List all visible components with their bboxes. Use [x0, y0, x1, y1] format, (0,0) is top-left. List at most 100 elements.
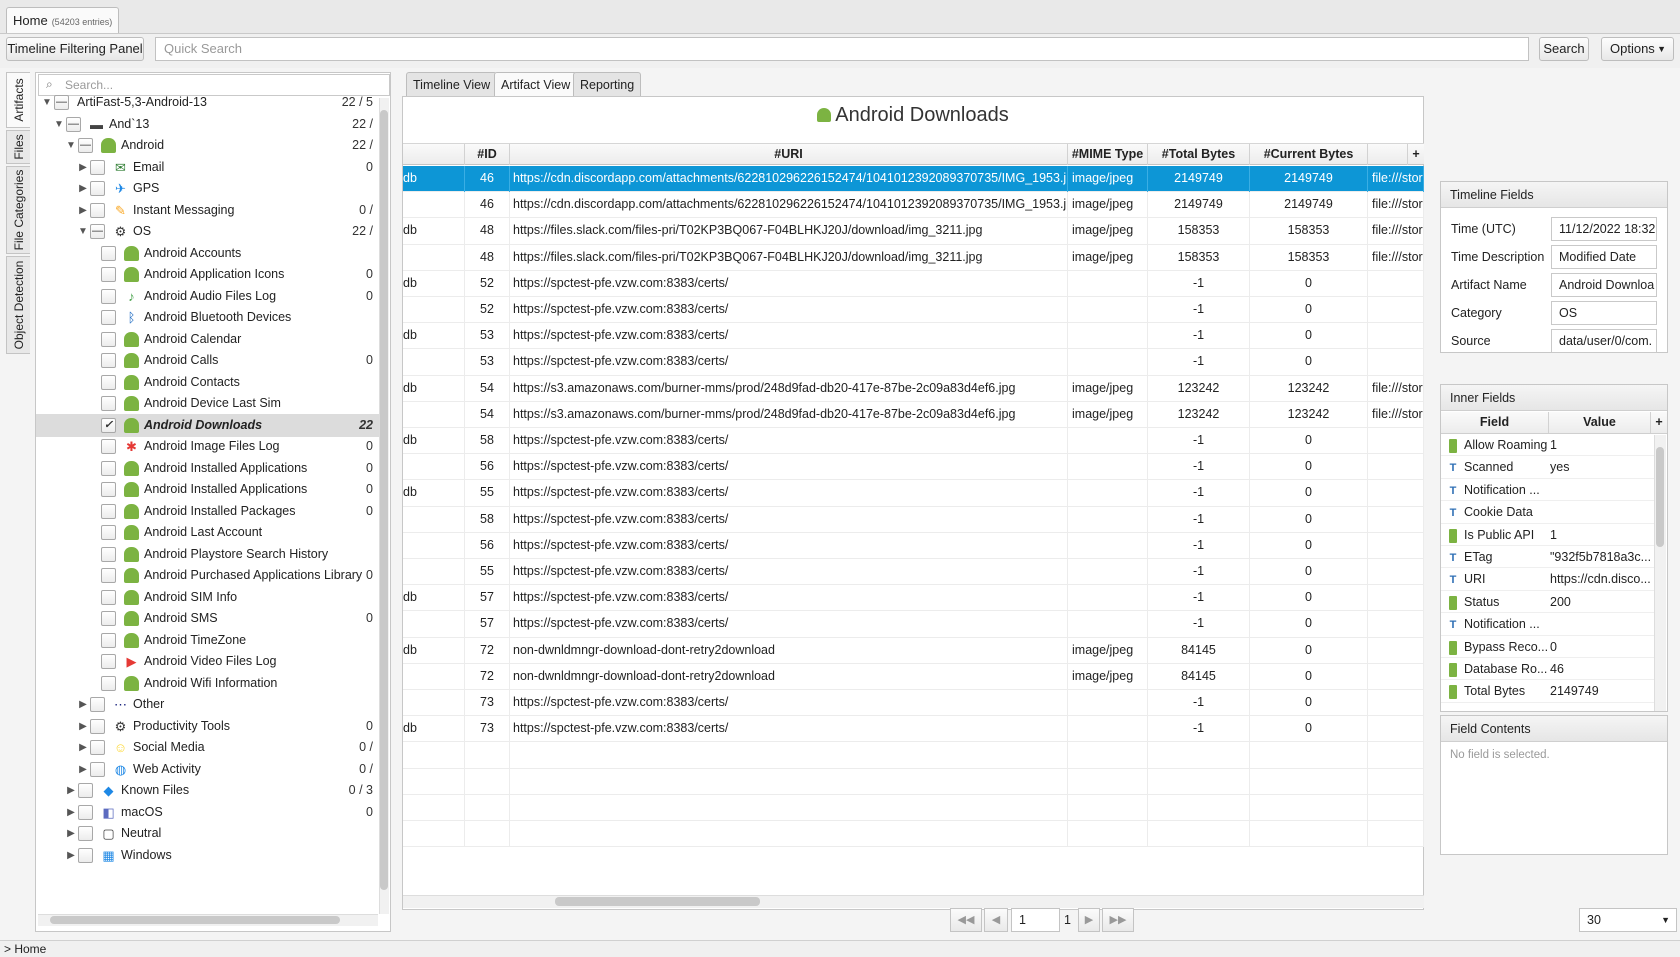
inner-field-row[interactable]: T Notification ... — [1441, 613, 1654, 636]
tree-item-checkbox[interactable] — [101, 482, 116, 497]
tree-item-checkbox[interactable] — [101, 589, 116, 605]
vtab-object-detection[interactable]: Object Detection — [6, 256, 30, 354]
add-column-button[interactable]: + — [1651, 412, 1667, 433]
column-header-location[interactable] — [1368, 144, 1408, 165]
tree-item-checkbox[interactable] — [101, 525, 116, 540]
tree-item-checkbox[interactable]: — — [54, 95, 69, 110]
tree-item[interactable]: ▶ ✉ Email 0 — [36, 156, 379, 179]
table-row[interactable]: db 58 https://spctest-pfe.vzw.com:8383/cer… — [403, 428, 1424, 455]
table-row[interactable]: db 46 https://cdn.discordapp.com/attachmen… — [403, 166, 1424, 193]
tree-item-checkbox[interactable] — [101, 374, 116, 390]
column-header-id[interactable]: #ID — [465, 144, 510, 165]
table-row[interactable]: db 57 https://spctest-pfe.vzw.com:8383/cer… — [403, 585, 1424, 612]
inner-field-row[interactable]: Status 200 — [1441, 591, 1654, 614]
column-header-total-bytes[interactable]: #Total Bytes — [1148, 144, 1250, 165]
quick-search-input[interactable]: Quick Search — [155, 37, 1529, 61]
chevron-down-icon[interactable]: ▼ — [53, 113, 65, 136]
chevron-right-icon[interactable]: ▶ — [77, 758, 89, 781]
tab-reporting[interactable]: Reporting — [573, 72, 642, 96]
column-header-field[interactable]: Field — [1441, 412, 1549, 433]
tree-item-checkbox[interactable] — [101, 353, 116, 368]
add-column-button[interactable]: + — [1408, 144, 1424, 165]
tree-item[interactable]: ▶ ▢ Neutral — [36, 822, 379, 845]
inner-field-row[interactable]: Total Bytes 2149749 — [1441, 680, 1654, 703]
table-row[interactable]: 72 non-dwnldmngr-download-dont-retry2down… — [403, 663, 1424, 690]
chevron-right-icon[interactable]: ▶ — [77, 715, 89, 738]
tree-item-checkbox[interactable] — [101, 396, 116, 411]
tree-item[interactable]: Android Contacts — [36, 371, 379, 394]
tree-item[interactable]: ▶ Android Video Files Log — [36, 650, 379, 673]
table-row[interactable]: 56 https://spctest-pfe.vzw.com:8383/certs… — [403, 532, 1424, 559]
tree-item[interactable]: Android SIM Info — [36, 586, 379, 609]
table-horizontal-scroll-thumb[interactable] — [555, 897, 760, 906]
tree-item-checkbox[interactable] — [101, 310, 116, 325]
tree-item[interactable]: ▼ — ⚙ OS 22 / — [36, 220, 379, 243]
table-row[interactable]: 57 https://spctest-pfe.vzw.com:8383/certs… — [403, 611, 1424, 638]
tree-item[interactable]: ▼ — ArtiFast-5,3-Android-13 22 / 5 — [36, 91, 379, 114]
tree-item[interactable]: Android Application Icons 0 — [36, 263, 379, 286]
tree-item-checkbox[interactable] — [101, 288, 116, 304]
tree-item-checkbox[interactable] — [90, 740, 105, 755]
column-header-blank[interactable] — [403, 144, 465, 165]
tree-item[interactable]: ▶ ◆ Known Files 0 / 3 — [36, 779, 379, 802]
tree-item-checkbox[interactable]: — — [66, 116, 81, 132]
tree-item[interactable]: Android Wifi Information — [36, 672, 379, 695]
tree-item-checkbox[interactable] — [90, 181, 105, 196]
tree-item[interactable]: Android Calls 0 — [36, 349, 379, 372]
chevron-right-icon[interactable]: ▶ — [77, 177, 89, 200]
table-row[interactable] — [403, 768, 1424, 795]
table-row[interactable]: 73 https://spctest-pfe.vzw.com:8383/certs… — [403, 690, 1424, 717]
column-header-uri[interactable]: #URI — [510, 144, 1068, 165]
chevron-right-icon[interactable]: ▶ — [77, 156, 89, 179]
tree-item[interactable]: ♪ Android Audio Files Log 0 — [36, 285, 379, 308]
inner-field-row[interactable]: T ETag "932f5b7818a3c... — [1441, 546, 1654, 569]
table-row[interactable]: db 53 https://spctest-pfe.vzw.com:8383/cer… — [403, 323, 1424, 350]
column-header-mime-type[interactable]: #MIME Type — [1068, 144, 1148, 165]
tree-item-checkbox[interactable] — [90, 697, 105, 712]
table-row[interactable]: 46 https://cdn.discordapp.com/attachments… — [403, 192, 1424, 219]
inner-field-row[interactable]: Allow Roaming 1 — [1441, 434, 1654, 457]
inner-field-row[interactable]: T Scanned yes — [1441, 456, 1654, 479]
table-row[interactable]: 52 https://spctest-pfe.vzw.com:8383/certs… — [403, 297, 1424, 324]
tree-item[interactable]: ▶ ▦ Windows — [36, 844, 379, 867]
tree-item-checkbox[interactable] — [101, 245, 116, 261]
tree-vertical-scroll-thumb[interactable] — [380, 110, 388, 890]
chevron-right-icon[interactable]: ▶ — [77, 693, 89, 716]
tree-item[interactable]: Android Playstore Search History — [36, 543, 379, 566]
chevron-right-icon[interactable]: ▶ — [65, 801, 77, 824]
tree-item[interactable]: Android Purchased Applications Library 0 — [36, 564, 379, 587]
tree-item[interactable]: ᛒ Android Bluetooth Devices — [36, 306, 379, 329]
table-row[interactable]: 53 https://spctest-pfe.vzw.com:8383/certs… — [403, 349, 1424, 376]
first-page-button[interactable]: ◀◀ — [950, 908, 982, 932]
tree-item[interactable]: ▶ ☺ Social Media 0 / — [36, 736, 379, 759]
tree-item-checkbox[interactable] — [78, 804, 93, 820]
inner-field-row[interactable]: T Cookie Data — [1441, 501, 1654, 524]
table-row[interactable]: 55 https://spctest-pfe.vzw.com:8383/certs… — [403, 559, 1424, 586]
table-row[interactable]: db 73 https://spctest-pfe.vzw.com:8383/cer… — [403, 716, 1424, 743]
tree-horizontal-scroll-thumb[interactable] — [50, 916, 340, 924]
tree-item-checkbox[interactable] — [101, 675, 116, 691]
table-row[interactable] — [403, 794, 1424, 821]
chevron-right-icon[interactable]: ▶ — [65, 844, 77, 867]
home-tab[interactable]: Home (54203 entries) — [6, 7, 120, 33]
table-row[interactable]: db 48 https://files.slack.com/files-pri/T0… — [403, 218, 1424, 245]
chevron-right-icon[interactable]: ▶ — [77, 199, 89, 222]
prev-page-button[interactable]: ◀ — [984, 908, 1008, 932]
inner-field-row[interactable]: Database Ro... 46 — [1441, 658, 1654, 681]
vtab-artifacts[interactable]: Artifacts — [6, 72, 30, 128]
tree-item-checkbox[interactable] — [101, 439, 116, 454]
vtab-file-categories[interactable]: File Categories — [6, 166, 30, 254]
inner-fields-scroll-thumb[interactable] — [1656, 447, 1664, 547]
tree-item[interactable]: ▼ — ▬ And`13 22 / — [36, 113, 379, 136]
tree-item[interactable]: ✓ Android Downloads 22 — [36, 413, 379, 437]
search-button[interactable]: Search — [1539, 37, 1589, 61]
tree-item-checkbox[interactable] — [101, 460, 116, 476]
tree-item[interactable]: ▶ ✎ Instant Messaging 0 / — [36, 199, 379, 222]
page-size-select[interactable]: 30 ▼ — [1579, 908, 1677, 932]
tree-item[interactable]: ▶ ⚙ Productivity Tools 0 — [36, 715, 379, 738]
tree-item[interactable]: Android Accounts — [36, 242, 379, 265]
options-button[interactable]: Options ▼ — [1601, 37, 1674, 61]
tree-item-checkbox[interactable] — [101, 546, 116, 562]
tree-item-checkbox[interactable] — [78, 847, 93, 863]
table-row[interactable]: 48 https://files.slack.com/files-pri/T02K… — [403, 244, 1424, 271]
